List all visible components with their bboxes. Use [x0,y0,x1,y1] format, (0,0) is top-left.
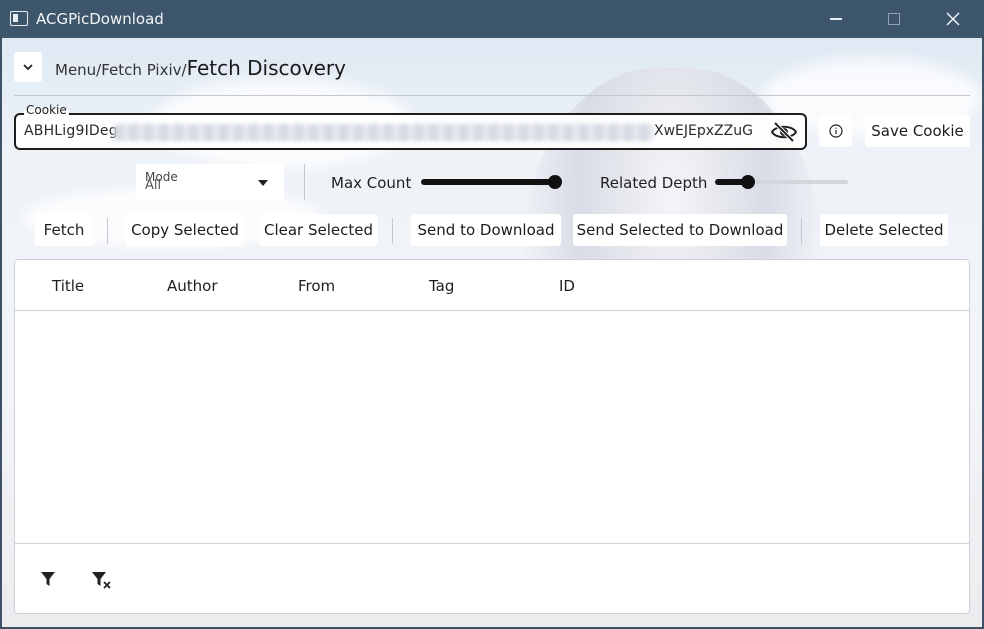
delete-selected-button[interactable]: Delete Selected [820,214,948,246]
toolbar-separator [801,218,802,244]
results-table: Title Author From Tag ID [14,259,970,614]
minimize-button[interactable] [807,0,865,38]
slider-fill [421,179,555,185]
table-header: Title Author From Tag ID [15,260,969,311]
header-divider [14,95,970,96]
toolbar-separator [107,218,108,244]
maximize-button[interactable] [865,0,923,38]
page-title: Fetch Discovery [186,56,346,80]
fetch-button[interactable]: Fetch [35,214,93,246]
copy-selected-button[interactable]: Copy Selected [126,214,244,246]
mode-select[interactable]: All Mode [136,164,284,201]
close-icon [946,12,960,26]
related-depth-slider[interactable] [715,174,848,190]
chevron-down-icon [23,64,33,71]
breadcrumb-item-menu[interactable]: Menu/ [55,61,101,79]
maximize-icon [888,13,900,25]
filter-icon [41,572,55,586]
menu-toggle-button[interactable] [14,52,42,82]
close-button[interactable] [924,0,982,38]
cookie-input[interactable]: ABHLig9IDeg XwEJEpxZZuG [14,113,807,150]
breadcrumb: Menu/ Fetch Pixiv/ Fetch Discovery [55,56,346,80]
toolbar-separator [304,164,305,200]
column-header-author[interactable]: Author [167,277,218,295]
breadcrumb-item-fetch-pixiv[interactable]: Fetch Pixiv/ [101,61,186,79]
column-header-from[interactable]: From [298,277,335,295]
toolbar-separator [392,218,393,244]
table-footer [15,543,969,614]
clear-filter-icon [92,572,111,589]
title-bar: ACGPicDownload [0,0,984,38]
save-cookie-button[interactable]: Save Cookie [865,115,970,147]
slider-thumb[interactable] [548,175,562,189]
related-depth-label: Related Depth [600,174,708,192]
column-header-id[interactable]: ID [559,277,575,295]
max-count-label: Max Count [331,174,412,192]
cookie-value-start: ABHLig9IDeg [24,123,118,139]
app-window-icon [10,11,28,26]
clear-selected-button[interactable]: Clear Selected [259,214,378,246]
clear-filter-button[interactable] [90,568,112,590]
toggle-visibility-button[interactable] [770,121,798,143]
window-title: ACGPicDownload [36,10,164,28]
info-button[interactable] [819,115,852,147]
column-header-title[interactable]: Title [52,277,84,295]
minimize-icon [830,18,842,20]
column-header-tag[interactable]: Tag [429,277,454,295]
main-content: Menu/ Fetch Pixiv/ Fetch Discovery ABHLi… [2,38,982,627]
slider-thumb[interactable] [741,175,756,189]
send-selected-to-download-button[interactable]: Send Selected to Download [573,214,787,246]
max-count-slider[interactable] [421,174,562,190]
send-to-download-button[interactable]: Send to Download [411,214,561,246]
filter-button[interactable] [37,568,59,590]
cookie-label: Cookie [24,103,69,117]
cookie-value-redacted [114,124,654,141]
mode-label: Mode [145,170,178,184]
info-icon [828,124,843,138]
eye-off-icon [770,121,798,143]
dropdown-arrow-icon [258,180,268,186]
cookie-value-end: XwEJEpxZZuG [654,123,753,139]
